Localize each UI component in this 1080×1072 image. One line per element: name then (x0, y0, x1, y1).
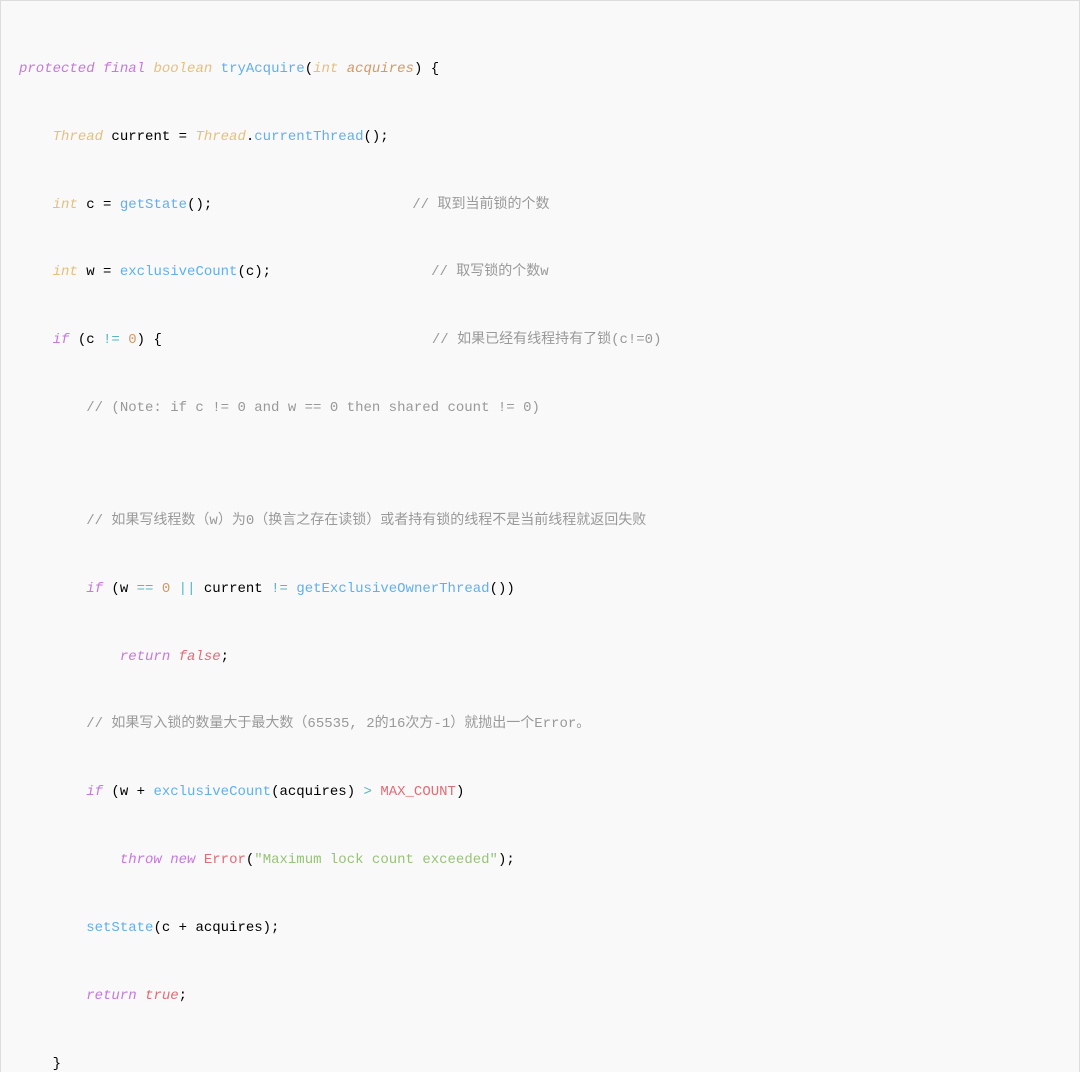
line-1: protected final boolean tryAcquire(int a… (19, 58, 1061, 81)
line-10: return false; (19, 646, 1061, 669)
line-14: setState(c + acquires); (19, 917, 1061, 940)
line-8: // 如果写线程数（w）为0（换言之存在读锁）或者持有锁的线程不是当前线程就返回… (19, 510, 1061, 533)
line-13: throw new Error("Maximum lock count exce… (19, 849, 1061, 872)
code-block: protected final boolean tryAcquire(int a… (0, 0, 1080, 1072)
line-16: } (19, 1053, 1061, 1072)
line-15: return true; (19, 985, 1061, 1008)
line-3: int c = getState();// 取到当前锁的个数 (19, 194, 1061, 217)
line-5: if (c != 0) {// 如果已经有线程持有了锁(c!=0) (19, 329, 1061, 352)
line-4: int w = exclusiveCount(c);// 取写锁的个数w (19, 261, 1061, 284)
line-2: Thread current = Thread.currentThread(); (19, 126, 1061, 149)
line-9: if (w == 0 || current != getExclusiveOwn… (19, 578, 1061, 601)
line-6: // (Note: if c != 0 and w == 0 then shar… (19, 397, 1061, 420)
line-11: // 如果写入锁的数量大于最大数（65535, 2的16次方-1）就抛出一个Er… (19, 713, 1061, 736)
line-12: if (w + exclusiveCount(acquires) > MAX_C… (19, 781, 1061, 804)
